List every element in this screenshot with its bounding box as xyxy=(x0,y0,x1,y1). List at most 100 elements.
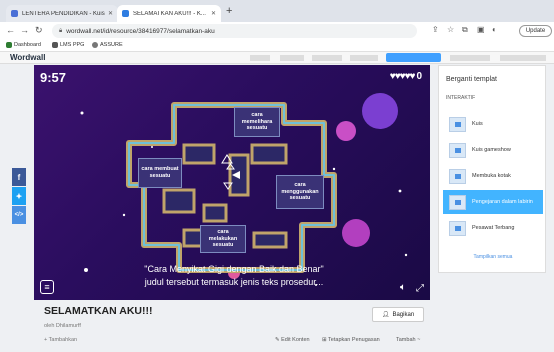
share-label: Bagikan xyxy=(392,311,415,318)
activity-title: SELAMATKAN AKU!!! xyxy=(44,305,153,317)
template-label: Kuis gameshow xyxy=(472,146,511,153)
create-activity-button[interactable] xyxy=(386,53,441,62)
bookmark-label: LMS PPG xyxy=(60,42,85,48)
bookmark-lms-ppg[interactable]: LMS PPG xyxy=(52,42,84,48)
template-label: Kuis xyxy=(472,120,483,127)
more-button[interactable]: Tambah ~ xyxy=(396,337,420,343)
answer-box-top[interactable]: cara memelihara sesuatu xyxy=(234,107,280,137)
reload-icon[interactable]: ↻ xyxy=(35,25,43,36)
switch-template-panel: Berganti templat INTERAKTIF Kuis Kuis ga… xyxy=(438,65,546,273)
speaker-icon: 🔈︎ xyxy=(400,282,406,293)
lms-icon xyxy=(52,42,58,48)
tab-favicon-icon xyxy=(122,10,129,17)
browser-tab-strip: LENTERA PENDIDIKAN - Kuis ✕ SELAMATKAN A… xyxy=(0,0,554,22)
facebook-icon: f xyxy=(17,172,21,182)
wordwall-logo[interactable]: Wordwall xyxy=(10,53,45,62)
add-embed-link[interactable]: + Tambahkan xyxy=(44,337,77,343)
bookmarks-bar: Dashboard LMS PPG ASSURE xyxy=(0,40,554,52)
back-arrow-icon[interactable]: ← xyxy=(6,25,15,35)
template-label: Pengejaran dalam labirin xyxy=(472,198,533,205)
question-line-1: "Cara Menyikat Gigi dengan Baik dan Bena… xyxy=(144,264,324,274)
facebook-share-button[interactable]: f xyxy=(12,168,26,186)
site-menu-item[interactable] xyxy=(280,55,304,61)
planet-purple xyxy=(362,93,398,129)
twitter-icon: ✦ xyxy=(15,191,23,201)
tab-label: SELAMATKAN AKU!!! - K... xyxy=(133,10,206,17)
game-menu-button[interactable]: ≡ xyxy=(40,280,54,294)
update-button[interactable]: Update xyxy=(519,25,552,37)
fullscreen-icon: ⤢ xyxy=(416,283,424,294)
twitter-share-button[interactable]: ✦ xyxy=(12,187,26,205)
question-caption: "Cara Menyikat Gigi dengan Baik dan Bena… xyxy=(94,263,374,289)
url-field[interactable]: 🔒︎ wordwall.net/id/resource/38416977/sel… xyxy=(52,24,417,38)
fullscreen-button[interactable]: ⤢ xyxy=(416,283,424,294)
template-thumbnail-icon xyxy=(449,142,466,158)
forward-arrow-icon[interactable]: → xyxy=(20,25,29,35)
new-tab-button[interactable]: + xyxy=(226,5,232,17)
bookmark-assure[interactable]: ASSURE xyxy=(92,42,123,48)
game-canvas[interactable]: 9:57 ♥♥♥♥♥ 0 cara memelihara sesuatu cara… xyxy=(34,65,430,300)
template-thumbnail-icon xyxy=(449,116,466,132)
bookmark-label: ASSURE xyxy=(100,42,123,48)
planet-magenta xyxy=(342,219,370,247)
template-thumbnail-icon xyxy=(449,220,466,236)
browser-tab-selamatkan[interactable]: SELAMATKAN AKU!!! - K... ✕ xyxy=(117,5,221,22)
template-item-open-box[interactable]: Membuka kotak xyxy=(443,166,543,186)
stars xyxy=(80,111,408,286)
address-bar-row: ← → ↻ 🔒︎ wordwall.net/id/resource/384169… xyxy=(0,22,554,40)
embed-share-button[interactable]: </> xyxy=(12,206,26,224)
lock-icon: 🔒︎ xyxy=(59,27,63,34)
template-thumbnail-icon xyxy=(449,168,466,184)
site-menu-item[interactable] xyxy=(450,55,490,61)
template-item-kuis[interactable]: Kuis xyxy=(443,114,543,134)
bookmark-label: Dashboard xyxy=(14,42,41,48)
sound-button[interactable]: 🔈︎ xyxy=(400,282,406,293)
share-page-icon[interactable]: ⇪ xyxy=(432,25,439,34)
profile-icon[interactable]: ◐ xyxy=(492,25,497,34)
action-label: Edit Konten xyxy=(281,337,310,343)
template-item-gameshow[interactable]: Kuis gameshow xyxy=(443,140,543,160)
site-menu-item[interactable] xyxy=(250,55,270,61)
screen: LENTERA PENDIDIKAN - Kuis ✕ SELAMATKAN A… xyxy=(0,0,554,352)
site-menu-item[interactable] xyxy=(312,55,342,61)
question-line-2: judul tersebut termasuk jenis teks prose… xyxy=(144,277,324,287)
lives-count: 0 xyxy=(416,71,422,82)
lives-indicator: ♥♥♥♥♥ 0 xyxy=(390,71,422,82)
answer-box-left[interactable]: cara membuat sesuatu xyxy=(138,158,182,188)
extension-icon[interactable]: ⧉ xyxy=(462,25,468,35)
planet-pink xyxy=(336,121,356,141)
url-text: wordwall.net/id/resource/38416977/selama… xyxy=(66,27,215,35)
panel-title: Berganti templat xyxy=(446,76,497,83)
close-tab-icon[interactable]: ✕ xyxy=(108,10,113,17)
edit-content-button[interactable]: ✎ Edit Konten xyxy=(275,337,310,343)
account-menu[interactable] xyxy=(500,55,546,61)
share-user-icon: 👤︎ xyxy=(381,312,390,318)
panel-section-heading: INTERAKTIF xyxy=(446,95,476,101)
template-thumbnail-icon xyxy=(449,194,466,210)
show-all-link[interactable]: Tampilkan semua xyxy=(439,254,547,260)
lives-hearts-icon: ♥♥♥♥♥ xyxy=(389,71,416,82)
assure-icon xyxy=(92,42,98,48)
site-header: Wordwall xyxy=(0,52,554,64)
template-item-maze-chase[interactable]: Pengejaran dalam labirin xyxy=(443,190,543,214)
tab-label: LENTERA PENDIDIKAN - Kuis xyxy=(22,10,105,17)
bookmark-star-icon[interactable]: ☆ xyxy=(447,25,454,34)
embed-code-icon: </> xyxy=(14,212,24,218)
close-tab-icon[interactable]: ✕ xyxy=(211,10,216,17)
template-label: Pesawat Terbang xyxy=(472,224,515,231)
template-label: Membuka kotak xyxy=(472,172,511,179)
site-menu-item[interactable] xyxy=(350,55,378,61)
activity-author[interactable]: oleh Dhilamurff xyxy=(44,323,81,329)
sidebar-icon[interactable]: ▣ xyxy=(477,25,485,34)
assign-button[interactable]: ⊞ Tetapkan Penugasan xyxy=(322,337,380,343)
dashboard-icon xyxy=(6,42,12,48)
bookmark-dashboard[interactable]: Dashboard xyxy=(6,42,41,48)
tab-favicon-icon xyxy=(11,10,18,17)
game-timer: 9:57 xyxy=(40,70,67,85)
answer-box-bottom[interactable]: cara melakukan sesuatu xyxy=(200,225,246,253)
answer-box-right[interactable]: cara menggunakan sesuatu xyxy=(276,175,324,209)
browser-tab-lentera[interactable]: LENTERA PENDIDIKAN - Kuis ✕ xyxy=(6,5,118,22)
template-item-airplane[interactable]: Pesawat Terbang xyxy=(443,218,543,238)
menu-icon: ≡ xyxy=(44,282,50,292)
share-button[interactable]: 👤︎ Bagikan xyxy=(372,307,424,322)
